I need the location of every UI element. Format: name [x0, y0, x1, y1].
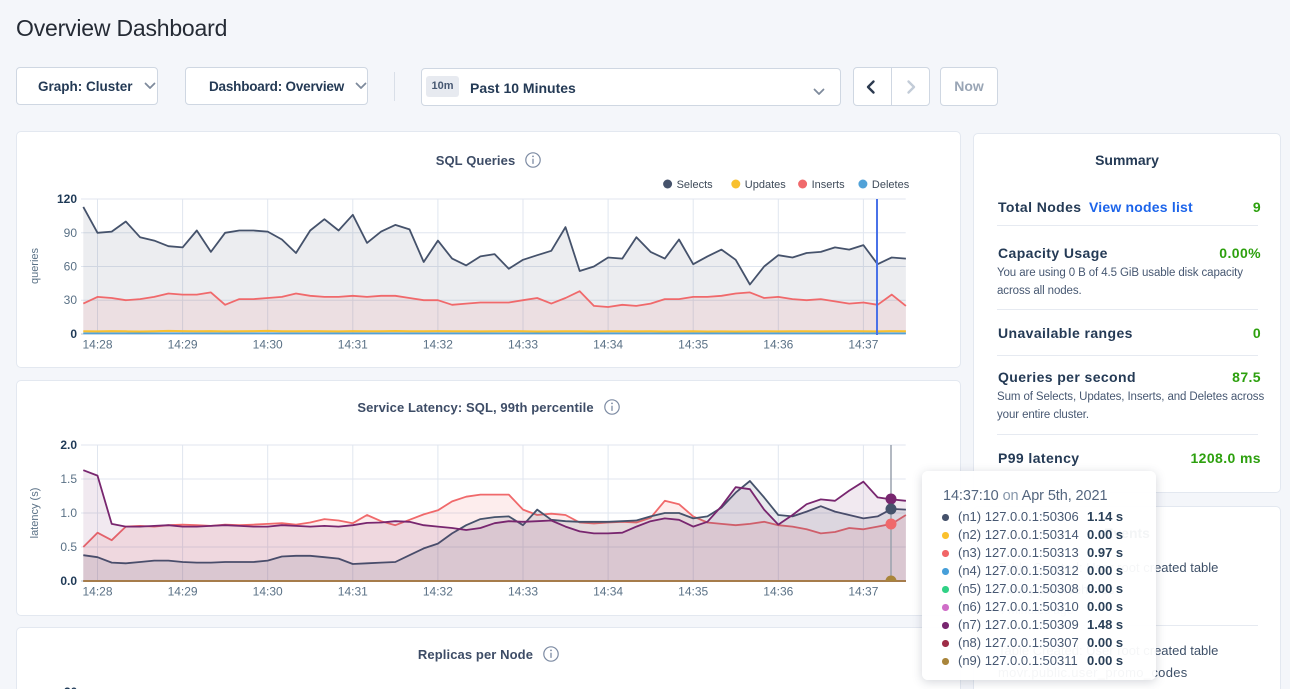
svg-text:14:36: 14:36 [763, 338, 793, 352]
svg-text:14:29: 14:29 [168, 585, 198, 599]
svg-text:30: 30 [64, 293, 78, 307]
svg-text:14:28: 14:28 [82, 338, 112, 352]
svg-text:14:32: 14:32 [423, 585, 453, 599]
svg-text:14:28: 14:28 [82, 585, 112, 599]
svg-text:90: 90 [64, 226, 78, 240]
svg-text:120: 120 [57, 192, 77, 206]
svg-text:1.0: 1.0 [60, 506, 77, 520]
svg-text:2.0: 2.0 [60, 438, 77, 452]
svg-text:Updates: Updates [745, 179, 786, 191]
svg-text:14:35: 14:35 [678, 585, 708, 599]
svg-text:14:34: 14:34 [593, 338, 623, 352]
svg-text:14:33: 14:33 [508, 585, 538, 599]
svg-text:14:37: 14:37 [848, 585, 878, 599]
svg-text:Deletes: Deletes [872, 179, 910, 191]
svg-text:14:31: 14:31 [338, 338, 368, 352]
svg-text:14:33: 14:33 [508, 338, 538, 352]
svg-text:1.5: 1.5 [60, 472, 77, 486]
svg-text:14:29: 14:29 [168, 338, 198, 352]
svg-text:0.5: 0.5 [60, 540, 77, 554]
svg-text:Selects: Selects [677, 179, 714, 191]
svg-text:0.0: 0.0 [60, 574, 77, 588]
svg-text:latency (s): latency (s) [29, 488, 41, 539]
svg-text:14:36: 14:36 [763, 585, 793, 599]
svg-text:14:31: 14:31 [338, 585, 368, 599]
svg-text:0: 0 [70, 327, 77, 341]
svg-text:14:30: 14:30 [253, 585, 283, 599]
svg-text:14:34: 14:34 [593, 585, 623, 599]
svg-text:14:35: 14:35 [678, 338, 708, 352]
svg-text:14:30: 14:30 [253, 338, 283, 352]
svg-text:14:37: 14:37 [848, 338, 878, 352]
svg-text:queries: queries [29, 247, 41, 284]
svg-text:14:32: 14:32 [423, 338, 453, 352]
svg-text:60: 60 [64, 260, 78, 274]
svg-text:Inserts: Inserts [812, 179, 846, 191]
